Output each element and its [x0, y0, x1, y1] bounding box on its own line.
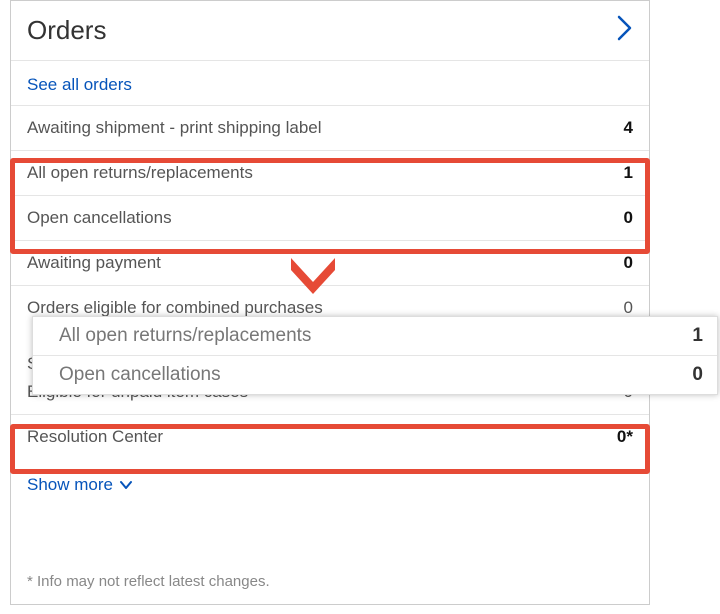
row-count: 4	[624, 118, 633, 138]
see-all-orders-link[interactable]: See all orders	[27, 75, 132, 94]
chevron-right-icon	[617, 15, 633, 46]
row-label: All open returns/replacements	[27, 163, 253, 183]
chevron-down-icon	[119, 477, 133, 493]
row-label: Open cancellations	[27, 208, 172, 228]
row-open-returns[interactable]: All open returns/replacements 1	[11, 150, 649, 195]
row-label: Orders eligible for combined purchases	[27, 298, 323, 318]
callout-label: Open cancellations	[59, 364, 221, 386]
row-count: 0*	[617, 427, 633, 447]
orders-panel: Orders See all orders Awaiting shipment …	[10, 0, 650, 605]
show-more-label: Show more	[27, 475, 113, 495]
row-count: 1	[624, 163, 633, 183]
footnote-text: * Info may not reflect latest changes.	[27, 573, 270, 590]
callout-row-open-returns[interactable]: All open returns/replacements 1	[33, 317, 717, 355]
row-label: Resolution Center	[27, 427, 163, 447]
show-more-link[interactable]: Show more	[11, 459, 649, 503]
row-label: Awaiting payment	[27, 253, 161, 273]
row-open-cancellations[interactable]: Open cancellations 0	[11, 195, 649, 240]
callout-count: 0	[692, 364, 703, 386]
row-resolution-center[interactable]: Resolution Center 0*	[11, 414, 649, 459]
row-label: Awaiting shipment - print shipping label	[27, 118, 322, 138]
callout-label: All open returns/replacements	[59, 325, 311, 347]
callout-count: 1	[692, 325, 703, 347]
callout-row-open-cancellations[interactable]: Open cancellations 0	[33, 355, 717, 394]
row-count: 0	[624, 253, 633, 273]
links-area: See all orders	[11, 61, 649, 105]
row-awaiting-payment[interactable]: Awaiting payment 0	[11, 240, 649, 285]
row-awaiting-shipment[interactable]: Awaiting shipment - print shipping label…	[11, 105, 649, 150]
row-count: 0	[624, 208, 633, 228]
orders-title: Orders	[27, 15, 106, 46]
row-count: 0	[624, 298, 633, 318]
callout-popover: All open returns/replacements 1 Open can…	[32, 316, 718, 395]
orders-header[interactable]: Orders	[11, 1, 649, 61]
